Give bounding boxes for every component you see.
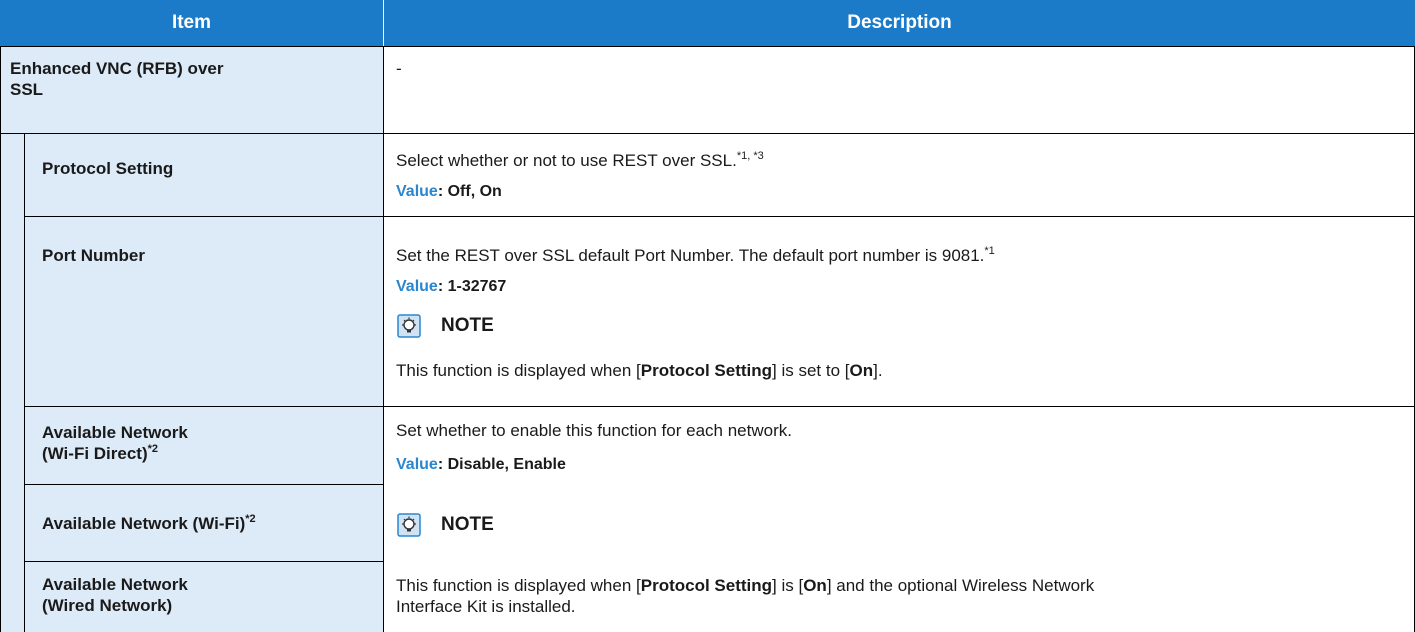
sub-item-bg xyxy=(24,134,383,632)
group-description: - xyxy=(396,59,402,78)
protocol-setting-value: Value: Off, On xyxy=(396,183,502,200)
available-network-value: Value: Disable, Enable xyxy=(396,456,566,473)
header-item: Item xyxy=(171,12,212,33)
available-network-wifi-label: Available Network (Wi-Fi)*2 xyxy=(42,513,256,533)
note-label: NOTE xyxy=(441,514,494,535)
group-item-label: Enhanced VNC (RFB) over SSL xyxy=(10,59,224,99)
table-header: Item Description xyxy=(0,0,1415,46)
header-description: Description xyxy=(847,12,952,33)
port-number-description: Set the REST over SSL default Port Numbe… xyxy=(396,245,995,265)
available-network-description: Set whether to enable this function for … xyxy=(396,421,792,440)
available-network-note: NOTE xyxy=(397,513,494,537)
note-lightbulb-icon xyxy=(397,314,421,338)
available-network-wired-label: Available Network (Wired Network) xyxy=(42,575,188,615)
settings-table: Item Description Enhanced VNC (RFB) over… xyxy=(0,0,1415,632)
port-number-note-text: This function is displayed when [Protoco… xyxy=(396,361,883,380)
protocol-setting-description: Select whether or not to use REST over S… xyxy=(396,150,764,170)
port-number-value: Value: 1-32767 xyxy=(396,278,507,295)
port-number-label: Port Number xyxy=(42,246,145,265)
available-network-wifi-direct-label: Available Network (Wi-Fi Direct)*2 xyxy=(42,423,188,463)
protocol-setting-label: Protocol Setting xyxy=(42,159,174,178)
available-network-note-text: This function is displayed when [Protoco… xyxy=(396,576,1095,616)
note-lightbulb-icon xyxy=(397,513,421,537)
note-label: NOTE xyxy=(441,315,494,336)
port-number-note: NOTE xyxy=(397,314,494,338)
